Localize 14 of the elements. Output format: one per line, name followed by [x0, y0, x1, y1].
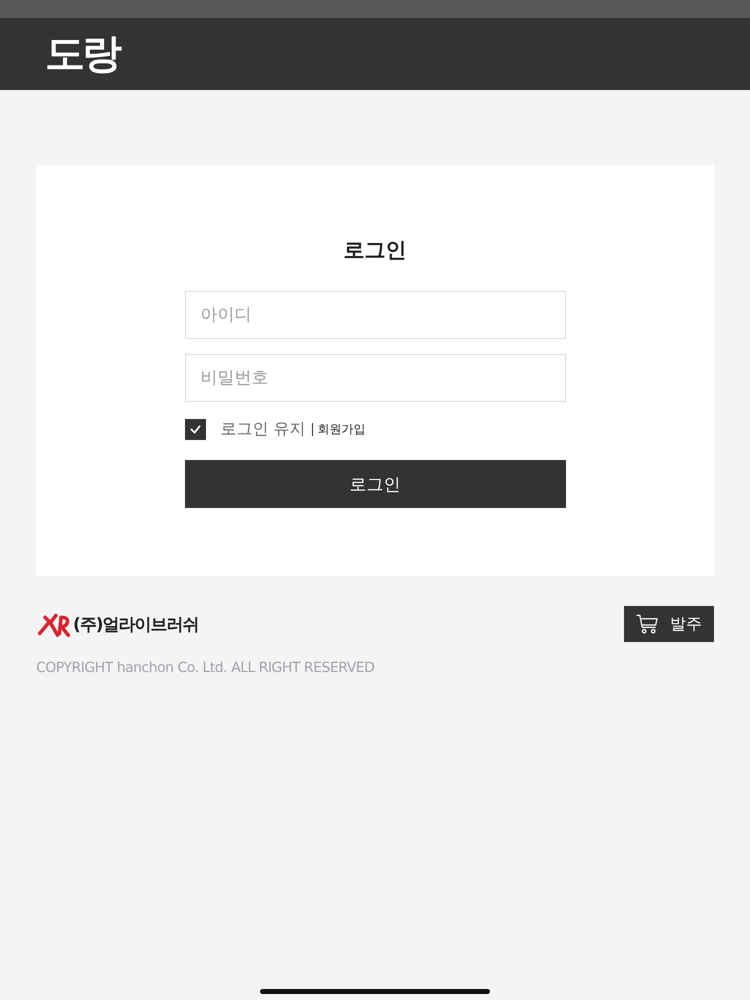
copyright-text: COPYRIGHT hanchon Co. Ltd. ALL RIGHT RESERVED — [36, 660, 374, 676]
signup-link[interactable]: 회원가입 — [318, 420, 366, 438]
logo-mark-icon — [36, 612, 72, 636]
password-field[interactable]: 비밀번호 — [184, 354, 566, 402]
login-button[interactable]: 로그인 — [184, 460, 566, 508]
cart-icon — [636, 614, 659, 634]
order-button[interactable]: 발주 — [624, 606, 714, 642]
app-logo: 도랑 — [45, 34, 119, 74]
company-name: (주)얼라이브러쉬 — [73, 614, 199, 636]
id-field[interactable]: 아이디 — [184, 291, 566, 339]
check-icon — [190, 424, 200, 434]
keep-login-label[interactable]: 로그인 유지 — [220, 418, 306, 440]
keep-login-checkbox[interactable] — [184, 418, 206, 440]
login-title: 로그인 — [344, 237, 406, 264]
